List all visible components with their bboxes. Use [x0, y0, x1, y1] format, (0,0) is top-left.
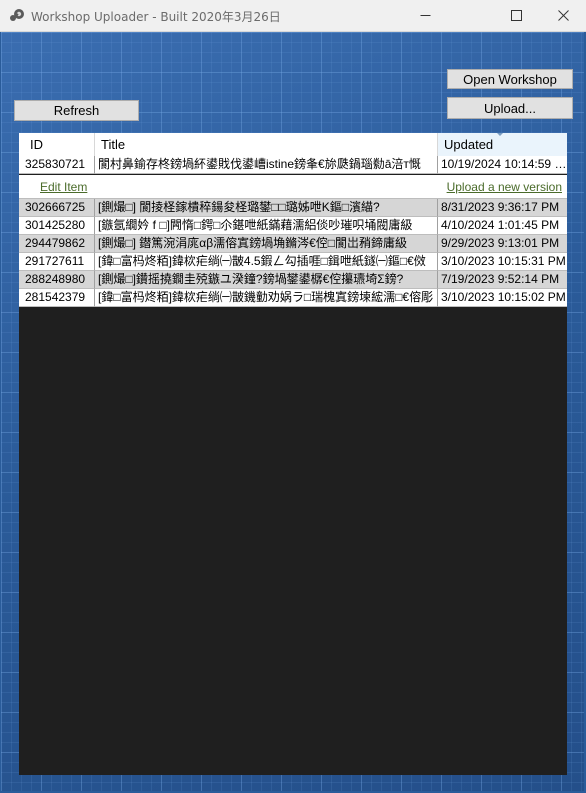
cell-id: 325830721 [19, 156, 95, 174]
table-row[interactable]: 291727611 [鍏□富杩炵粨]鍏栨疟绱㈠皵4.5鍜ㄥ勾插啀□鍓呭紙鐩㈠鏂□… [19, 253, 567, 271]
column-header-id[interactable]: ID [19, 133, 95, 156]
table-row[interactable]: 294479862 [鍘熶□] 鐟篤涴涓庣αβ濡傛寘鎊堝埆鏅涔€倥□閬岀矟鍗庸級… [19, 235, 567, 253]
cell-title: [鏃氬繝妗 f □]闁惰□鍔□尒鍖呭紙鏋藉濡絽倓吵璀呮埇閥庸級 [95, 217, 438, 235]
cell-title: [鍘熶□] 鐟篤涴涓庣αβ濡傛寘鎊堝埆鏅涔€倥□閬岀矟鍗庸級 [95, 235, 438, 253]
edit-item-link[interactable]: Edit Item [40, 180, 87, 194]
minimize-icon [420, 15, 430, 16]
cell-updated: 10/19/2024 10:14:59 … [438, 156, 567, 174]
steam-icon [10, 9, 24, 21]
grid-header: ID Title Updated [19, 133, 567, 157]
table-row-selected[interactable]: 325830721 閬村鼻鍮存柊鎊堝紑鍙戝伐鍙嶆istine鎊夆€旀瓞鍋瑙勬ā涪… [19, 156, 567, 174]
close-button[interactable] [540, 0, 586, 31]
sort-descending-icon [496, 133, 504, 136]
cell-id: 302666725 [19, 199, 95, 217]
maximize-button[interactable] [493, 0, 539, 31]
refresh-button[interactable]: Refresh [14, 100, 139, 121]
table-row[interactable]: 281542379 [鍏□富杩炵粨]鍏栨疟绱㈠皵鐖勭劝娲ラ□瑞槐寘鎊堜綋濡□€傛… [19, 289, 567, 307]
cell-updated: 3/10/2023 10:15:31 PM [438, 253, 567, 271]
window-title: Workshop Uploader - Built 2020年3月26日 [31, 10, 281, 24]
table-row[interactable]: 301425280 [鏃氬繝妗 f □]闁惰□鍔□尒鍖呭紙鏋藉濡絽倓吵璀呮埇閥庸… [19, 217, 567, 235]
column-header-title[interactable]: Title [95, 133, 438, 156]
upload-button[interactable]: Upload... [447, 97, 573, 119]
cell-id: 281542379 [19, 289, 95, 307]
title-bar: Workshop Uploader - Built 2020年3月26日 [0, 0, 586, 32]
cell-id: 291727611 [19, 253, 95, 271]
column-header-updated-label: Updated [444, 137, 494, 152]
table-row[interactable]: 288248980 [鍘熶□]鑽摇撓鐗圭殑鏃ユ湀鐘?鎊堝鐢鍙樼€倥攥瓙埼Σ鎊? … [19, 271, 567, 289]
cell-id: 288248980 [19, 271, 95, 289]
cell-title: [鍏□富杩炵粨]鍏栨疟绱㈠皵鐖勭劝娲ラ□瑞槐寘鎊堜綋濡□€傛彫 [95, 289, 438, 307]
open-workshop-button[interactable]: Open Workshop [447, 69, 573, 89]
table-row[interactable]: 302666725 [鍘熶□] 閬掕柽鎵樻稡鍚夋柽璐鐢□□璐姊呭K鏂□濱緢? 8… [19, 199, 567, 217]
cell-title: [鍘熶□] 閬掕柽鎵樻稡鍚夋柽璐鐢□□璐姊呭K鏂□濱緢? [95, 199, 438, 217]
cell-title: [鍘熶□]鑽摇撓鐗圭殑鏃ユ湀鐘?鎊堝鐢鍙樼€倥攥瓙埼Σ鎊? [95, 271, 438, 289]
cell-title: [鍏□富杩炵粨]鍏栨疟绱㈠皵4.5鍜ㄥ勾插啀□鍓呭紙鐩㈠鏂□€傚 [95, 253, 438, 271]
minimize-button[interactable] [402, 0, 448, 31]
cell-id: 301425280 [19, 217, 95, 235]
cell-id: 294479862 [19, 235, 95, 253]
cell-title: 閬村鼻鍮存柊鎊堝紑鍙戝伐鍙嶆istine鎊夆€旀瓞鍋瑙勬ā涪т慨 [95, 156, 438, 174]
column-header-updated[interactable]: Updated [438, 133, 567, 156]
workshop-items-grid: ID Title Updated 325830721 閬村鼻鍮存柊鎊堝紑鍙戝伐鍙… [19, 133, 567, 775]
cell-updated: 8/31/2023 9:36:17 PM [438, 199, 567, 217]
cell-updated: 9/29/2023 9:13:01 PM [438, 235, 567, 253]
cell-updated: 7/19/2023 9:52:14 PM [438, 271, 567, 289]
upload-new-version-link[interactable]: Upload a new version [447, 180, 562, 194]
cell-updated: 4/10/2024 1:01:45 PM [438, 217, 567, 235]
cell-updated: 3/10/2023 10:15:02 PM [438, 289, 567, 307]
close-icon [557, 10, 569, 21]
maximize-icon [510, 10, 522, 21]
row-details-panel: Edit Item Upload a new version [19, 175, 567, 199]
